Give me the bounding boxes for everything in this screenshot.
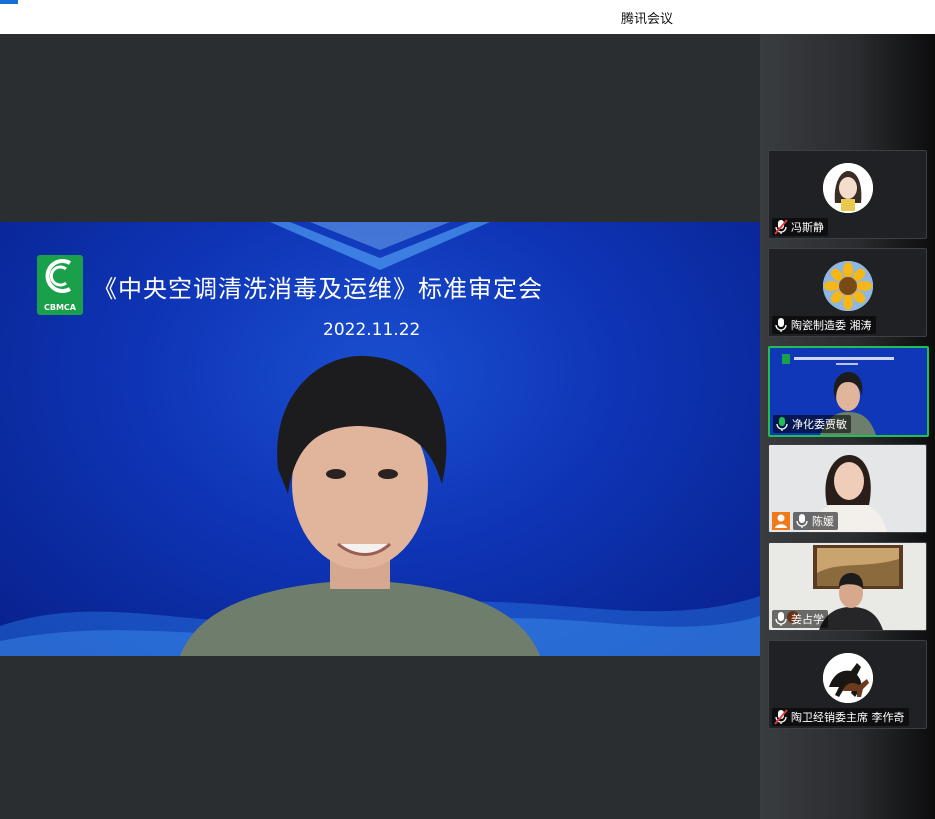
mic-muted-icon[interactable] xyxy=(774,219,788,235)
host-person-icon xyxy=(772,512,790,530)
participant-namebar: 陶瓷制造委 湘涛 xyxy=(772,316,876,334)
participant-namebar: 冯斯静 xyxy=(772,218,828,236)
participant-name: 姜占学 xyxy=(791,613,824,626)
mic-icon[interactable] xyxy=(795,513,809,529)
mic-icon[interactable] xyxy=(774,317,788,333)
participant-namebar: 姜占学 xyxy=(772,610,828,628)
participant-namebar: 陈媛 xyxy=(793,512,838,530)
participant-sidebar: 冯斯静 陶瓷制造委 湘涛 净化委贾敏 陈媛 姜占学 陶卫经销委主席 李作奇 xyxy=(760,34,935,819)
sunflower-avatar-icon xyxy=(823,261,873,311)
logo-c-icon xyxy=(45,259,71,293)
participant-tile[interactable]: 陶卫经销委主席 李作奇 xyxy=(768,640,927,729)
participant-namebar: 净化委贾敏 xyxy=(773,415,851,433)
participant-tile-active[interactable]: 净化委贾敏 xyxy=(768,346,929,437)
participant-tile[interactable]: 姜占学 xyxy=(768,542,927,631)
logo-text: CBMCA xyxy=(44,303,76,312)
cbmca-logo: CBMCA xyxy=(37,255,83,315)
speaker-person xyxy=(180,355,540,656)
participant-name: 陈媛 xyxy=(812,515,834,528)
mic-icon[interactable] xyxy=(774,611,788,627)
participant-namebar: 陶卫经销委主席 李作奇 xyxy=(772,708,909,726)
menu-strip xyxy=(0,0,200,4)
female-cartoon-avatar-icon xyxy=(823,163,873,213)
participant-name: 冯斯静 xyxy=(791,221,824,234)
participant-name: 陶卫经销委主席 李作奇 xyxy=(791,711,905,724)
participant-name: 陶瓷制造委 湘涛 xyxy=(791,319,872,332)
app-menu-icon[interactable] xyxy=(0,0,18,4)
window-titlebar: 腾讯会议 xyxy=(0,0,935,35)
main-video-area: CBMCA 《中央空调清洗消毒及运维》标准审定会 2022.11.22 xyxy=(0,34,760,819)
slide-title: 《中央空调清洗消毒及运维》标准审定会 xyxy=(93,275,543,303)
mic-muted-icon[interactable] xyxy=(774,709,788,725)
participant-name: 净化委贾敏 xyxy=(792,418,847,431)
participant-tile[interactable]: 陈媛 xyxy=(768,444,927,533)
shared-video-feed[interactable]: CBMCA 《中央空调清洗消毒及运维》标准审定会 2022.11.22 xyxy=(0,222,760,656)
horse-avatar-icon xyxy=(823,653,873,703)
participant-tile[interactable]: 冯斯静 xyxy=(768,150,927,239)
mic-speaking-icon[interactable] xyxy=(775,416,789,432)
app-title: 腾讯会议 xyxy=(621,12,674,27)
participant-tile[interactable]: 陶瓷制造委 湘涛 xyxy=(768,248,927,337)
